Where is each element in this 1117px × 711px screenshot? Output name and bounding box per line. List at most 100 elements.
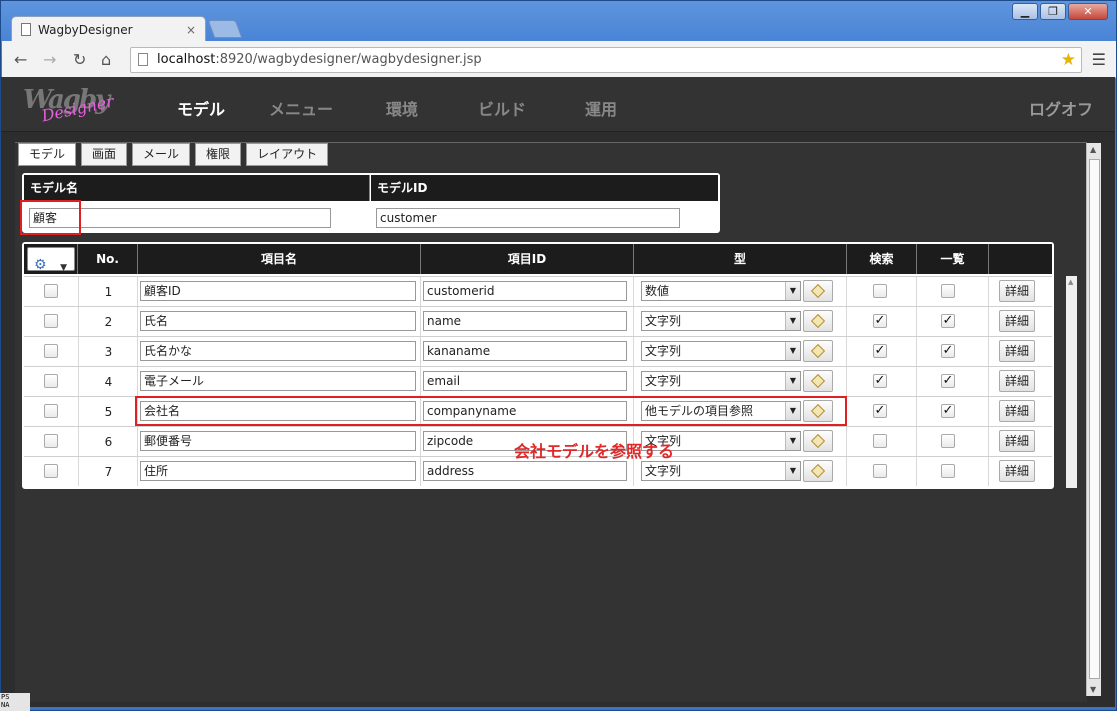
item-id-input[interactable]: address <box>423 461 627 481</box>
wagby-logo: Wagby Designer <box>23 85 123 125</box>
type-value: 文字列 <box>645 374 682 388</box>
browser-tab[interactable]: WagbyDesigner × <box>11 16 206 42</box>
nav-environment[interactable]: 環境 <box>386 96 418 120</box>
edit-type-button[interactable] <box>803 310 833 332</box>
type-value: 文字列 <box>645 464 682 478</box>
subtab-mail[interactable]: メール <box>132 143 191 166</box>
search-checkbox[interactable] <box>873 284 887 298</box>
row-select-checkbox[interactable] <box>44 464 58 478</box>
type-select[interactable]: 文字列 ▼ <box>641 341 801 361</box>
edit-type-button[interactable] <box>803 340 833 362</box>
status-line-2: NA <box>1 701 10 709</box>
address-bar[interactable]: localhost:8920/wagbydesigner/wagbydesign… <box>130 47 1082 73</box>
nav-model[interactable]: モデル <box>177 96 225 120</box>
model-id-input[interactable]: customer <box>376 208 680 228</box>
column-header-type: 型 <box>634 244 847 274</box>
type-value: 文字列 <box>645 314 682 328</box>
detail-button[interactable]: 詳細 <box>999 460 1035 482</box>
status-line-1: PS <box>1 693 10 701</box>
url-host: localhost <box>157 52 216 67</box>
type-select[interactable]: 文字列 ▼ <box>641 461 801 481</box>
row-select-checkbox[interactable] <box>44 404 58 418</box>
actions-dropdown-button[interactable]: ⚙ ▼ <box>27 247 75 273</box>
edit-type-button[interactable] <box>803 430 833 452</box>
page-scrollbar[interactable]: ▲ ▼ <box>1086 143 1101 696</box>
search-checkbox[interactable] <box>873 434 887 448</box>
logoff-link[interactable]: ログオフ <box>1029 96 1093 120</box>
row-number: 4 <box>104 375 113 389</box>
detail-button[interactable]: 詳細 <box>999 340 1035 362</box>
scroll-up-icon[interactable]: ▲ <box>1068 278 1073 286</box>
item-id-input[interactable]: customerid <box>423 281 627 301</box>
column-header-no: No. <box>78 244 138 274</box>
item-name-input[interactable]: 住所 <box>140 461 416 481</box>
item-id-input[interactable]: name <box>423 311 627 331</box>
minimize-button[interactable]: ▁ <box>1012 3 1038 20</box>
type-value: 文字列 <box>645 344 682 358</box>
detail-button[interactable]: 詳細 <box>999 400 1035 422</box>
list-checkbox[interactable] <box>941 284 955 298</box>
list-checkbox[interactable]: ✓ <box>941 344 955 358</box>
item-name-input[interactable]: 顧客ID <box>140 281 416 301</box>
home-icon[interactable]: ⌂ <box>101 50 111 69</box>
search-checkbox[interactable]: ✓ <box>873 314 887 328</box>
search-checkbox[interactable] <box>873 464 887 478</box>
subtab-permission[interactable]: 権限 <box>195 143 242 166</box>
scroll-thumb[interactable] <box>1089 159 1100 679</box>
subtab-layout[interactable]: レイアウト <box>246 143 329 166</box>
row-select-checkbox[interactable] <box>44 314 58 328</box>
nav-build[interactable]: ビルド <box>478 96 526 120</box>
edit-icon <box>810 463 826 479</box>
search-checkbox[interactable]: ✓ <box>873 344 887 358</box>
tab-close-icon[interactable]: × <box>186 23 196 37</box>
forward-arrow-icon[interactable]: → <box>43 50 56 69</box>
item-name-input[interactable]: 氏名 <box>140 311 416 331</box>
row-select-checkbox[interactable] <box>44 284 58 298</box>
menu-icon[interactable]: ☰ <box>1092 50 1106 69</box>
row-number: 5 <box>104 405 113 419</box>
column-header-list: 一覧 <box>917 244 989 274</box>
table-scrollbar[interactable]: ▲ <box>1066 276 1077 488</box>
scroll-up-icon[interactable]: ▲ <box>1090 145 1096 154</box>
subtab-screen[interactable]: 画面 <box>81 143 128 166</box>
row-select-checkbox[interactable] <box>44 344 58 358</box>
list-checkbox[interactable] <box>941 434 955 448</box>
annotation-text: 会社モデルを参照する <box>514 442 675 461</box>
item-name-input[interactable]: 氏名かな <box>140 341 416 361</box>
row-select-checkbox[interactable] <box>44 434 58 448</box>
type-select[interactable]: 文字列 ▼ <box>641 311 801 331</box>
bookmark-star-icon[interactable]: ★ <box>1061 48 1076 72</box>
item-id-input[interactable]: email <box>423 371 627 391</box>
edit-type-button[interactable] <box>803 370 833 392</box>
search-checkbox[interactable]: ✓ <box>873 374 887 388</box>
type-select[interactable]: 文字列 ▼ <box>641 371 801 391</box>
edit-type-button[interactable] <box>803 280 833 302</box>
detail-button[interactable]: 詳細 <box>999 430 1035 452</box>
list-checkbox[interactable]: ✓ <box>941 404 955 418</box>
row-select-checkbox[interactable] <box>44 374 58 388</box>
back-arrow-icon[interactable]: ← <box>14 50 27 69</box>
scroll-down-icon[interactable]: ▼ <box>1090 685 1096 694</box>
search-checkbox[interactable]: ✓ <box>873 404 887 418</box>
reload-icon[interactable]: ↻ <box>73 50 86 69</box>
detail-button[interactable]: 詳細 <box>999 370 1035 392</box>
table-row: 4 電子メール email 文字列 ▼ ✓ ✓ 詳細 <box>24 366 1052 396</box>
maximize-button[interactable]: ❐ <box>1040 3 1066 20</box>
type-select[interactable]: 数値 ▼ <box>641 281 801 301</box>
tab-title: WagbyDesigner <box>38 22 133 37</box>
item-name-input[interactable]: 郵便番号 <box>140 431 416 451</box>
close-window-button[interactable]: ✕ <box>1068 3 1108 20</box>
subtab-model[interactable]: モデル <box>18 143 77 166</box>
item-id-input[interactable]: kananame <box>423 341 627 361</box>
list-checkbox[interactable] <box>941 464 955 478</box>
list-checkbox[interactable]: ✓ <box>941 374 955 388</box>
list-checkbox[interactable]: ✓ <box>941 314 955 328</box>
item-name-input[interactable]: 電子メール <box>140 371 416 391</box>
nav-operation[interactable]: 運用 <box>585 96 617 120</box>
edit-type-button[interactable] <box>803 460 833 482</box>
nav-menu[interactable]: メニュー <box>269 96 333 120</box>
new-tab-button[interactable] <box>207 20 243 38</box>
detail-button[interactable]: 詳細 <box>999 310 1035 332</box>
detail-button[interactable]: 詳細 <box>999 280 1035 302</box>
browser-toolbar: ← → ↻ ⌂ localhost:8920/wagbydesigner/wag… <box>2 41 1116 78</box>
